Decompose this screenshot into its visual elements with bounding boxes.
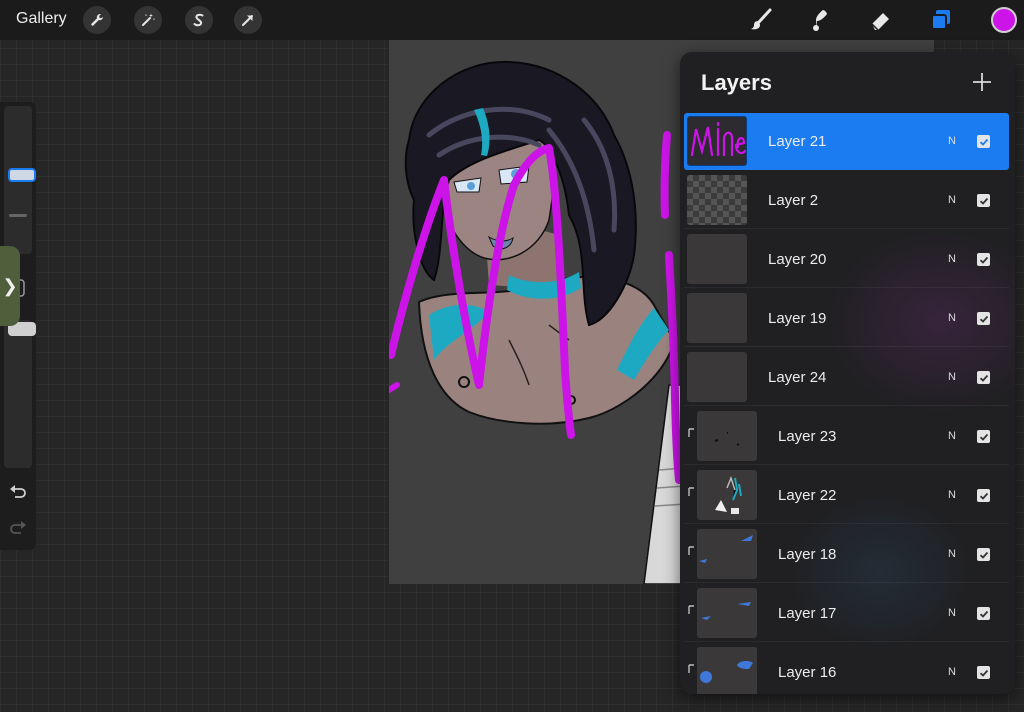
smudge-icon[interactable]: [805, 4, 837, 36]
clipping-mask-icon: [688, 546, 694, 555]
checkmark-icon: [979, 551, 988, 559]
visibility-checkbox[interactable]: [977, 253, 990, 266]
layer-thumbnail[interactable]: [687, 116, 747, 166]
blend-mode-button[interactable]: N: [948, 371, 956, 383]
top-toolbar: Gallery: [0, 0, 1024, 40]
layer-thumbnail[interactable]: [687, 175, 747, 225]
visibility-checkbox[interactable]: [977, 135, 990, 148]
brush-size-handle[interactable]: [8, 168, 36, 182]
layer-name: Layer 17: [778, 605, 837, 622]
layer-name: Layer 21: [768, 133, 827, 150]
layer-name: Layer 24: [768, 369, 827, 386]
layer-row[interactable]: Layer 23 N: [684, 408, 1009, 465]
visibility-checkbox[interactable]: [977, 371, 990, 384]
layer-thumbnail[interactable]: [687, 234, 747, 284]
undo-icon[interactable]: [8, 484, 28, 502]
eraser-icon[interactable]: [865, 4, 897, 36]
layer-row[interactable]: Layer 21 N: [684, 113, 1009, 170]
layer-row[interactable]: Layer 2 N: [684, 172, 1009, 229]
visibility-checkbox[interactable]: [977, 548, 990, 561]
layer-row[interactable]: Layer 19 N: [684, 290, 1009, 347]
checkmark-icon: [979, 433, 988, 441]
visibility-checkbox[interactable]: [977, 489, 990, 502]
sidebar-expand-tab[interactable]: ❯: [0, 246, 20, 326]
clipping-mask-icon: [688, 605, 694, 614]
plus-icon: [973, 73, 991, 91]
blend-mode-button[interactable]: N: [948, 430, 956, 442]
watermark-stroke-tail: [389, 382, 400, 393]
visibility-checkbox[interactable]: [977, 312, 990, 325]
left-sidebar: [0, 102, 36, 550]
visibility-checkbox[interactable]: [977, 666, 990, 679]
clipping-mask-icon: [688, 428, 694, 437]
slider-divider: [9, 214, 27, 217]
gallery-button[interactable]: Gallery: [16, 10, 67, 28]
layer-row[interactable]: Layer 16 N: [684, 644, 1009, 694]
iris-left: [467, 182, 475, 190]
layer-row[interactable]: Layer 24 N: [684, 349, 1009, 406]
blend-mode-button[interactable]: N: [948, 666, 956, 678]
blend-mode-button[interactable]: N: [948, 489, 956, 501]
redo-icon[interactable]: [8, 520, 28, 538]
layer-thumbnail[interactable]: [697, 411, 757, 461]
checkmark-icon: [979, 256, 988, 264]
checkmark-icon: [979, 492, 988, 500]
opacity-slider[interactable]: [4, 320, 36, 468]
selection-icon[interactable]: [185, 6, 213, 34]
color-picker-swatch[interactable]: [991, 7, 1017, 33]
layers-panel: Layers Layer 21 N Layer 2 N Layer 20 N Layer 1…: [680, 52, 1015, 694]
blend-mode-button[interactable]: N: [948, 312, 956, 324]
layer-name: Layer 18: [778, 546, 837, 563]
checkmark-icon: [979, 315, 988, 323]
layer-row[interactable]: Layer 20 N: [684, 231, 1009, 288]
layer-row[interactable]: Layer 22 N: [684, 467, 1009, 524]
layer-thumbnail[interactable]: [687, 293, 747, 343]
add-layer-button[interactable]: [970, 70, 994, 94]
clipping-mask-icon: [688, 487, 694, 496]
blend-mode-button[interactable]: N: [948, 607, 956, 619]
checkmark-icon: [979, 138, 988, 146]
layers-panel-title: Layers: [701, 70, 772, 95]
chevron-right-icon: ❯: [2, 275, 18, 296]
layer-name: Layer 22: [778, 487, 837, 504]
layer-thumbnail[interactable]: [697, 647, 757, 694]
layer-name: Layer 23: [778, 428, 837, 445]
layer-row[interactable]: Layer 18 N: [684, 526, 1009, 583]
checkmark-icon: [979, 374, 988, 382]
blend-mode-button[interactable]: N: [948, 253, 956, 265]
transform-arrow-icon[interactable]: [234, 6, 262, 34]
checkmark-icon: [979, 197, 988, 205]
checkmark-icon: [979, 610, 988, 618]
layer-thumbnail[interactable]: [697, 588, 757, 638]
layer-thumbnail[interactable]: [687, 352, 747, 402]
checkmark-icon: [979, 669, 988, 677]
blend-mode-button[interactable]: N: [948, 548, 956, 560]
magic-wand-icon[interactable]: [134, 6, 162, 34]
layer-row[interactable]: Layer 17 N: [684, 585, 1009, 642]
brush-icon[interactable]: [745, 4, 777, 36]
wrench-icon[interactable]: [83, 6, 111, 34]
clipping-mask-icon: [688, 664, 694, 673]
blend-mode-button[interactable]: N: [948, 135, 956, 147]
visibility-checkbox[interactable]: [977, 430, 990, 443]
layer-thumbnail[interactable]: [697, 529, 757, 579]
layers-icon[interactable]: [925, 4, 957, 36]
layer-thumbnail[interactable]: [697, 470, 757, 520]
brush-size-slider[interactable]: [4, 106, 36, 254]
visibility-checkbox[interactable]: [977, 607, 990, 620]
blend-mode-button[interactable]: N: [948, 194, 956, 206]
layer-name: Layer 20: [768, 251, 827, 268]
layer-name: Layer 2: [768, 192, 819, 209]
visibility-checkbox[interactable]: [977, 194, 990, 207]
layer-name: Layer 19: [768, 310, 827, 327]
layer-name: Layer 16: [778, 664, 837, 681]
